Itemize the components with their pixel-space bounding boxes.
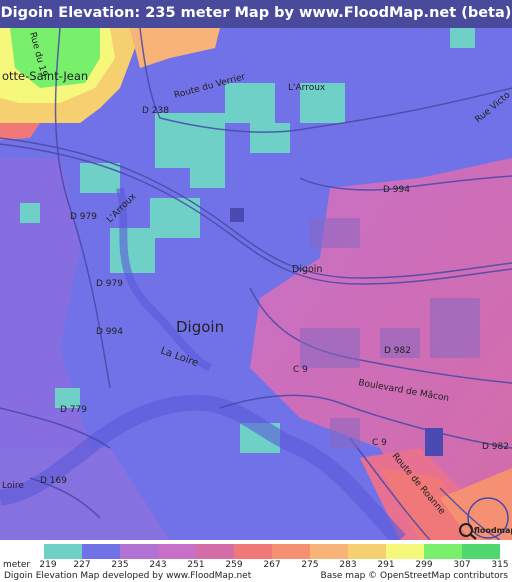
legend-swatch	[386, 544, 424, 559]
legend-tick-label: 291	[377, 560, 395, 570]
legend-swatch	[272, 544, 310, 559]
watermark-text: floodmap.net	[474, 526, 512, 535]
legend-swatch	[310, 544, 348, 559]
road-label-d779: D 779	[60, 405, 87, 415]
legend-tick-label: 235	[111, 560, 129, 570]
road-label-d982-b: D 982	[482, 442, 509, 452]
map-canvas[interactable]: otte-Saint-Jean Digoin Digoin Rue du 19 …	[0, 28, 512, 540]
legend-swatch	[44, 544, 82, 559]
place-label-digoin-station: Digoin	[292, 264, 322, 275]
footer-attribution: Base map © OpenStreetMap contributors	[320, 571, 508, 581]
map-title: Digoin Elevation: 235 meter Map by www.F…	[0, 0, 512, 28]
legend-swatch	[82, 544, 120, 559]
road-label-d979-a: D 979	[70, 212, 97, 222]
legend-tick-label: 259	[225, 560, 243, 570]
road-label-d979-b: D 979	[96, 279, 123, 289]
legend-swatch	[120, 544, 158, 559]
legend-swatch	[348, 544, 386, 559]
road-label-d994-top: D 994	[383, 185, 410, 195]
legend-swatch	[158, 544, 196, 559]
road-label-d982-a: D 982	[384, 346, 411, 356]
footer-credit: Digoin Elevation Map developed by www.Fl…	[4, 571, 252, 581]
legend-tick-label: 283	[339, 560, 357, 570]
legend-swatch	[462, 544, 500, 559]
road-label-d238: D 238	[142, 106, 169, 116]
road-label-d994-left: D 994	[96, 327, 123, 337]
legend-tick-label: 315	[491, 560, 509, 570]
road-label-c9-a: C 9	[293, 365, 308, 375]
legend-unit: meter	[3, 560, 31, 570]
legend-tick-label: 251	[187, 560, 205, 570]
pond	[230, 208, 244, 222]
road-label-c9-b: C 9	[372, 438, 387, 448]
legend-tick-label: 299	[415, 560, 433, 570]
water-label-arroux-a: L'Arroux	[288, 83, 326, 93]
legend-swatch	[234, 544, 272, 559]
legend-tick-label: 267	[263, 560, 281, 570]
place-label-digoin: Digoin	[176, 318, 224, 336]
elevation-map[interactable]: otte-Saint-Jean Digoin Digoin Rue du 19 …	[0, 28, 512, 540]
legend-swatch	[196, 544, 234, 559]
road-label-d169: D 169	[40, 476, 67, 486]
water-basin	[425, 428, 443, 456]
water-label-loire-b: Loire	[2, 481, 24, 491]
legend-swatch	[424, 544, 462, 559]
legend-tick-label: 227	[73, 560, 91, 570]
elevation-legend: meter 219 227 235 243 251 259 267 275 283 291 299 3…	[0, 540, 512, 582]
legend-tick-label: 275	[301, 560, 319, 570]
legend-tick-label: 307	[453, 560, 471, 570]
legend-tick-label: 243	[149, 560, 167, 570]
